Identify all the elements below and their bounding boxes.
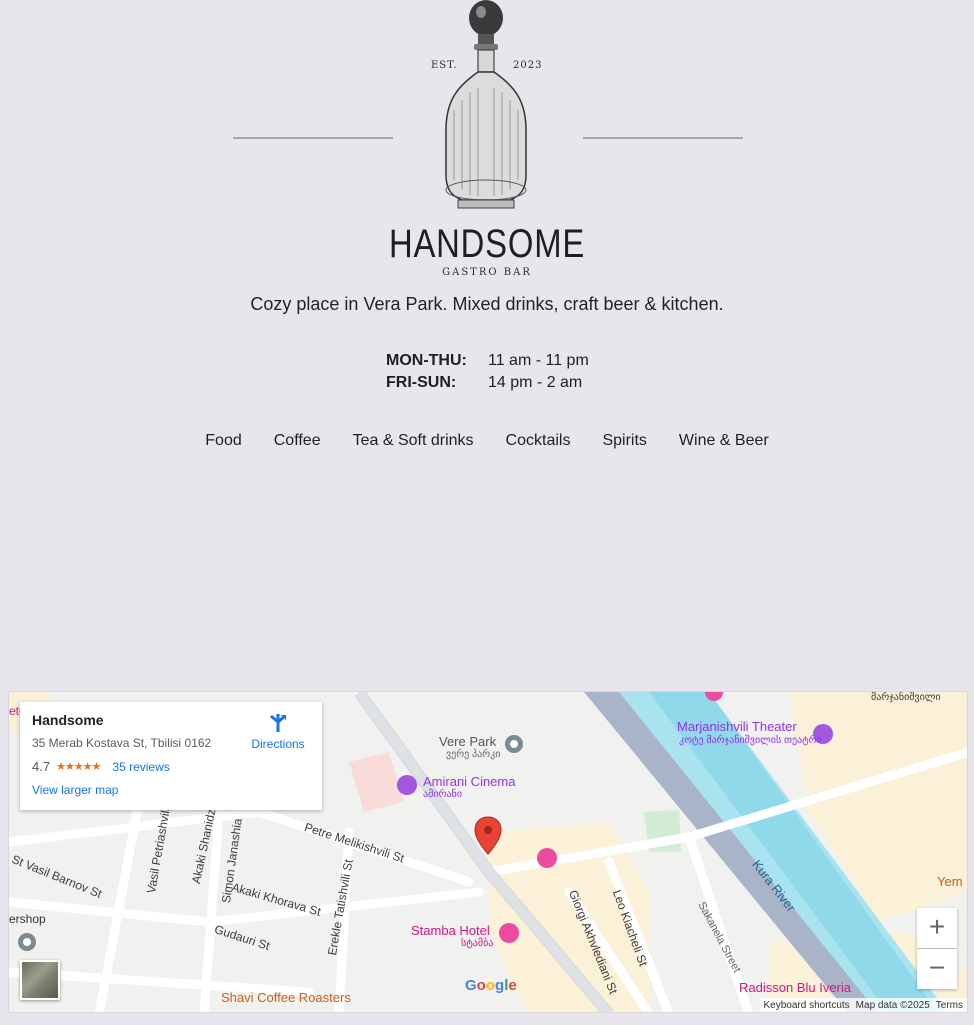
place-info-card: Handsome 35 Merab Kostava St, Tbilisi 01… [20,702,322,810]
rating-stars-icon: ★★★★★ [56,761,101,773]
map-label-vere-park: Vere Park [439,734,497,749]
nav-coffee[interactable]: Coffee [274,432,321,450]
terms-link[interactable]: Terms [936,1000,963,1011]
hours-day: MON-THU: [386,352,467,369]
reviews-link[interactable]: 35 reviews [112,760,169,774]
map-label-ershop: ershop [9,912,46,926]
map-attribution: Keyboard shortcuts Map data ©2025 Terms [759,998,967,1012]
map-label-marjanishvili-top: მარჯანიშვილი [871,692,941,703]
map-poi-marjanishvili[interactable]: Marjanishvili Theater [677,719,797,734]
map-poi-marjanishvili-ka: კოტე მარჯანიშვილის თეატრი [679,735,822,746]
hours-time: 14 pm - 2 am [488,374,583,391]
hours-time: 11 am - 11 pm [488,352,589,369]
keyboard-shortcuts-link[interactable]: Keyboard shortcuts [764,1000,850,1011]
tagline: Cozy place in Vera Park. Mixed drinks, c… [250,294,724,314]
map-data-label: Map data ©2025 [855,999,930,1011]
satellite-toggle-button[interactable] [20,960,60,1000]
map-poi-shavi[interactable]: Shavi Coffee Roasters [221,990,351,1005]
map-poi-amirani[interactable]: Amirani Cinema [423,774,515,789]
zoom-out-button[interactable]: − [917,949,957,989]
map-poi-radisson[interactable]: Radisson Blu Iveria [739,980,851,995]
nav-cocktails[interactable]: Cocktails [506,432,571,450]
rating-value: 4.7 [32,759,51,774]
map-poi-stamba[interactable]: Stamba Hotel [411,923,490,938]
google-logo: Google [465,977,517,994]
site-header: EST. 2023 HANDSOME GASTRO BAR Cozy place… [0,0,974,314]
opening-hours: MON-THU: 11 am - 11 pm FRI-SUN: 14 pm - … [386,350,589,394]
nav-wine-beer[interactable]: Wine & Beer [679,432,769,450]
divider-left [233,137,393,139]
view-larger-map-link[interactable]: View larger map [32,783,310,797]
map-label-yem: Yem [937,874,963,889]
bottle-logo-icon [445,0,527,209]
embedded-map[interactable]: Vere Park ვერე პარკი Amirani Cinema ამირ… [8,691,968,1013]
brand-subtitle: GASTRO BAR [442,267,532,278]
map-poi-amirani-ka: ამირანი [423,789,462,800]
map-poi-stamba-ka: სტამბა [461,938,494,949]
hours-row: FRI-SUN: 14 pm - 2 am [386,372,589,394]
hours-row: MON-THU: 11 am - 11 pm [386,350,589,372]
directions-button[interactable]: Directions [248,712,308,751]
nav-spirits[interactable]: Spirits [602,432,646,450]
directions-icon [270,714,286,732]
map-label-vere-park-ka: ვერე პარკი [446,749,501,760]
nav-food[interactable]: Food [205,432,241,450]
nav-tea-soft-drinks[interactable]: Tea & Soft drinks [353,432,474,450]
menu-nav: Food Coffee Tea & Soft drinks Cocktails … [0,432,974,450]
hours-day: FRI-SUN: [386,374,457,391]
directions-label: Directions [251,737,305,751]
divider-right [583,137,743,139]
zoom-in-button[interactable]: + [917,908,957,948]
place-rating: 4.7 ★★★★★ 35 reviews [32,759,310,774]
brand-name: HANDSOME [388,222,586,266]
